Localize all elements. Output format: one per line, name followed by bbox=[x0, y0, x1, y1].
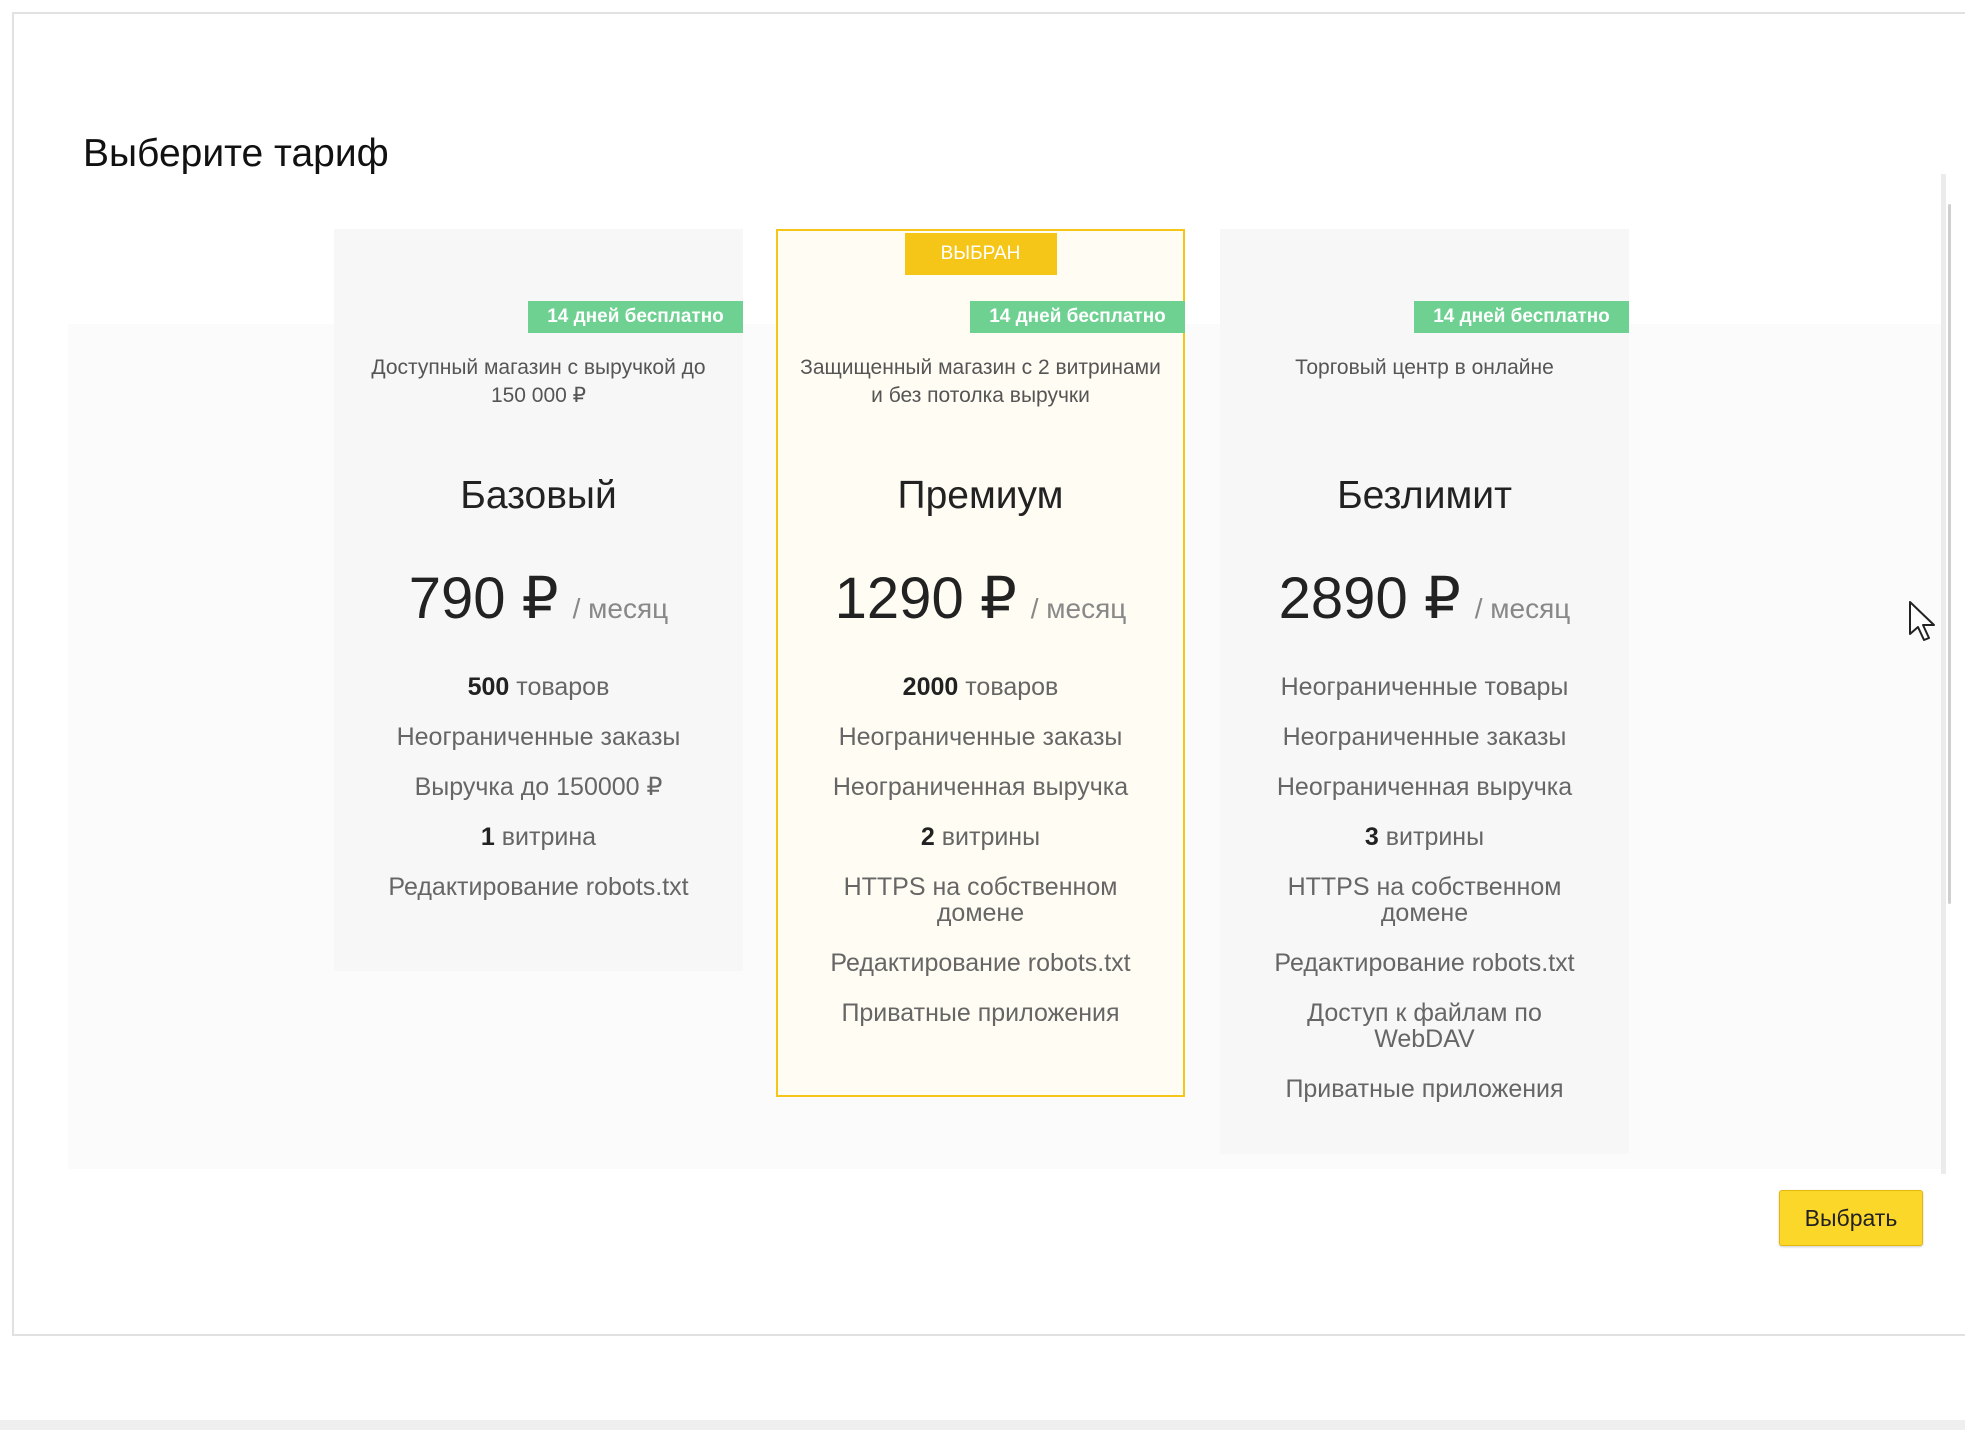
feature-text: Неограниченные товары bbox=[1280, 673, 1569, 701]
feature-text: Неограниченные заказы bbox=[838, 723, 1123, 751]
feature-text: Неограниченные заказы bbox=[396, 723, 681, 751]
scrollbar-thumb[interactable] bbox=[1948, 204, 1951, 904]
mouse-pointer-icon bbox=[1909, 601, 1935, 641]
feature-item: Неограниченные заказы bbox=[344, 724, 733, 750]
feature-value: 500 bbox=[467, 673, 510, 701]
feature-item: Редактирование robots.txt bbox=[1230, 950, 1619, 976]
feature-item: Неограниченные товары bbox=[1230, 674, 1619, 700]
feature-value: 2 bbox=[920, 823, 935, 851]
feature-item: 2 витрины bbox=[788, 824, 1173, 850]
feature-text: витрина bbox=[494, 823, 597, 851]
feature-text: витрины bbox=[1378, 823, 1485, 851]
feature-item: Приватные приложения bbox=[788, 1000, 1173, 1026]
feature-text: товаров bbox=[958, 673, 1059, 701]
plan-price: 2890 ₽ bbox=[1278, 566, 1461, 631]
plan-card-unlimited[interactable]: 14 дней бесплатно Торговый центр в онлай… bbox=[1220, 229, 1629, 1154]
plan-name: Базовый bbox=[460, 474, 617, 517]
plan-card-basic[interactable]: 14 дней бесплатно Доступный магазин с вы… bbox=[334, 229, 743, 971]
feature-text: Приватные приложения bbox=[1285, 1075, 1564, 1103]
selected-badge: ВЫБРАН bbox=[904, 233, 1057, 275]
feature-text: Неограниченные заказы bbox=[1282, 723, 1567, 751]
price-line: 1290 ₽ / месяц bbox=[778, 564, 1183, 632]
feature-text: товаров bbox=[509, 673, 610, 701]
feature-value: 2000 bbox=[902, 673, 959, 701]
footer-strip bbox=[0, 1420, 1965, 1430]
feature-item: Неограниченные заказы bbox=[788, 724, 1173, 750]
plan-price: 1290 ₽ bbox=[834, 566, 1017, 631]
plan-description: Защищенный магазин с 2 витринами и без п… bbox=[800, 356, 1161, 407]
trial-badge: 14 дней бесплатно bbox=[528, 301, 743, 333]
trial-badge: 14 дней бесплатно bbox=[1414, 301, 1629, 333]
plan-name: Премиум bbox=[897, 474, 1064, 517]
feature-item: Редактирование robots.txt bbox=[788, 950, 1173, 976]
feature-text: Выручка до 150000 ₽ bbox=[414, 773, 663, 801]
price-period: / месяц bbox=[572, 593, 669, 624]
feature-list: Неограниченные товары Неограниченные зак… bbox=[1230, 674, 1619, 1126]
feature-item: Редактирование robots.txt bbox=[344, 874, 733, 900]
feature-text: Редактирование robots.txt bbox=[830, 949, 1131, 977]
feature-item: Неограниченная выручка bbox=[788, 774, 1173, 800]
feature-item: 2000 товаров bbox=[788, 674, 1173, 700]
feature-item: Приватные приложения bbox=[1230, 1076, 1619, 1102]
price-period: / месяц bbox=[1030, 593, 1127, 624]
feature-item: HTTPS на собственном домене bbox=[788, 874, 1173, 926]
feature-item: 3 витрины bbox=[1230, 824, 1619, 850]
plan-price: 790 ₽ bbox=[408, 566, 559, 631]
feature-text: Приватные приложения bbox=[841, 999, 1120, 1027]
plan-card-premium[interactable]: ВЫБРАН 14 дней бесплатно Защищенный мага… bbox=[776, 229, 1185, 1097]
feature-text: HTTPS на собственном домене bbox=[1287, 873, 1562, 927]
feature-value: 3 bbox=[1364, 823, 1379, 851]
feature-text: Редактирование robots.txt bbox=[1274, 949, 1575, 977]
feature-item: Доступ к файлам по WebDAV bbox=[1230, 1000, 1619, 1052]
feature-text: HTTPS на собственном домене bbox=[843, 873, 1118, 927]
feature-text: Неограниченная выручка bbox=[1276, 773, 1573, 801]
feature-text: витрины bbox=[934, 823, 1041, 851]
dialog-title: Выберите тариф bbox=[83, 132, 389, 175]
feature-item: 500 товаров bbox=[344, 674, 733, 700]
trial-badge: 14 дней бесплатно bbox=[970, 301, 1185, 333]
feature-item: Неограниченная выручка bbox=[1230, 774, 1619, 800]
feature-item: 1 витрина bbox=[344, 824, 733, 850]
feature-text: Доступ к файлам по WebDAV bbox=[1307, 999, 1542, 1053]
plan-name: Безлимит bbox=[1337, 474, 1512, 517]
plan-description: Торговый центр в онлайне bbox=[1295, 356, 1554, 379]
feature-text: Неограниченная выручка bbox=[832, 773, 1129, 801]
price-line: 2890 ₽ / месяц bbox=[1220, 564, 1629, 632]
price-period: / месяц bbox=[1474, 593, 1571, 624]
feature-item: Выручка до 150000 ₽ bbox=[344, 774, 733, 800]
choose-plan-button[interactable]: Выбрать bbox=[1779, 1190, 1923, 1246]
feature-value: 1 bbox=[480, 823, 495, 851]
feature-text: Редактирование robots.txt bbox=[388, 873, 689, 901]
plan-description: Доступный магазин с выручкой до 150 000 … bbox=[371, 356, 706, 407]
feature-list: 2000 товаров Неограниченные заказы Неогр… bbox=[788, 674, 1173, 1050]
feature-list: 500 товаров Неограниченные заказы Выручк… bbox=[344, 674, 733, 924]
feature-item: Неограниченные заказы bbox=[1230, 724, 1619, 750]
feature-item: HTTPS на собственном домене bbox=[1230, 874, 1619, 926]
scrollbar-track[interactable] bbox=[1941, 174, 1946, 1174]
price-line: 790 ₽ / месяц bbox=[334, 564, 743, 632]
